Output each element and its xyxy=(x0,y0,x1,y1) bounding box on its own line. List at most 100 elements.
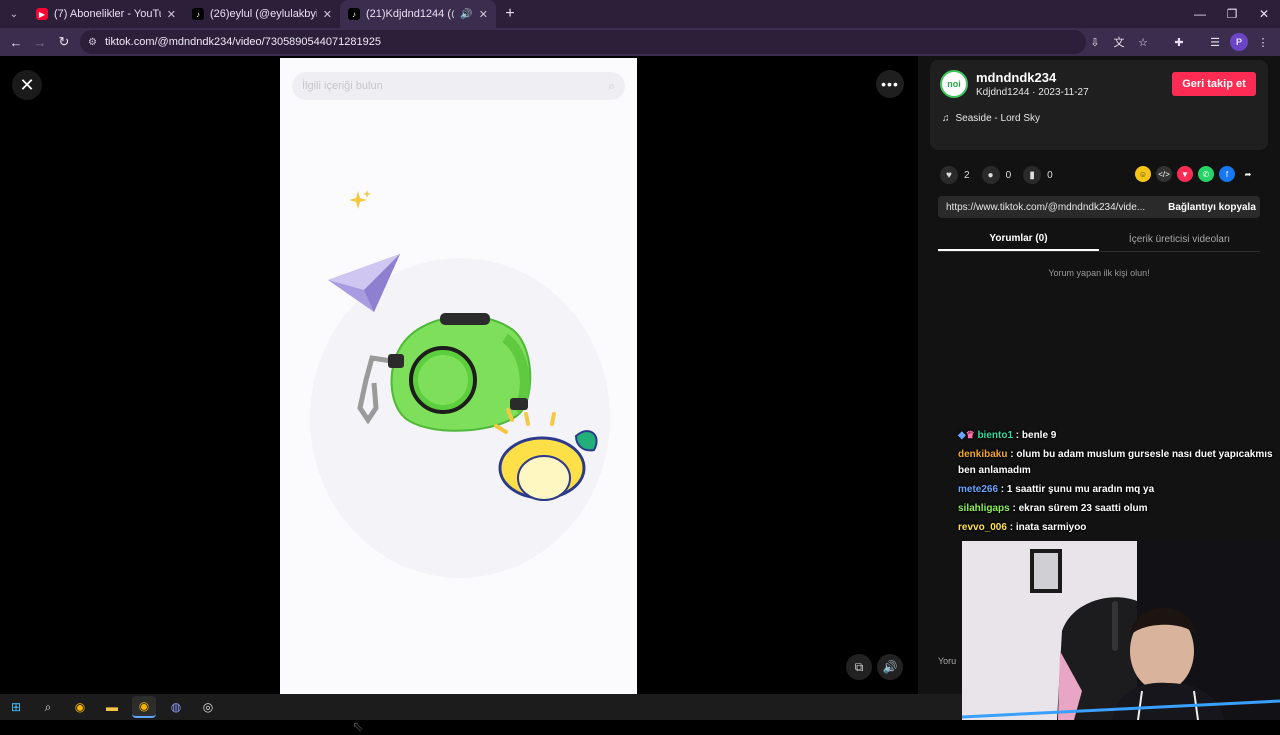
window-controls: — ❐ ✕ xyxy=(1184,0,1280,28)
whatsapp-icon[interactable]: ✆ xyxy=(1198,166,1214,182)
tab-close-icon[interactable]: ✕ xyxy=(167,8,176,21)
windows-start-icon[interactable]: ⊞ xyxy=(4,696,28,718)
chat-message: silahligaps : ekran sürem 23 saatti olum xyxy=(958,501,1278,517)
bookmark-star-icon[interactable]: ☆ xyxy=(1134,33,1152,51)
author-avatar[interactable]: noi xyxy=(940,70,968,98)
stream-chat-overlay: ◆♛ biento1 : benle 9 denkibaku : olum bu… xyxy=(958,428,1278,539)
chat-text: : benle 9 xyxy=(1013,430,1057,441)
music-title: Seaside - Lord Sky xyxy=(955,113,1041,124)
chrome-icon[interactable]: ◉ xyxy=(68,696,92,718)
minimize-icon[interactable]: — xyxy=(1184,0,1216,28)
music-info[interactable]: ♫ Seaside - Lord Sky xyxy=(942,113,1040,124)
browser-tab-active[interactable]: ♪ (21)Kdjdnd1244 (@mdndndk234) 🔊 ✕ xyxy=(340,0,496,28)
chrome-profile-icon[interactable]: ◉ xyxy=(132,696,156,718)
comment-stat[interactable]: ● 0 xyxy=(981,166,1012,184)
author-subline: Kdjdnd1244 · 2023-11-27 xyxy=(976,87,1089,98)
browser-tab[interactable]: ▶ (7) Abonelikler - YouTube ✕ xyxy=(28,0,184,28)
back-arrow-icon[interactable]: ← xyxy=(4,28,28,56)
facebook-icon[interactable]: f xyxy=(1219,166,1235,182)
tab-search-chevron-icon[interactable]: ⌄ xyxy=(0,0,28,28)
reading-list-icon[interactable]: ☰ xyxy=(1206,33,1224,51)
chat-message: denkibaku : olum bu adam muslum gursesle… xyxy=(958,447,1278,479)
more-options-button[interactable]: ••• xyxy=(876,70,904,98)
chat-badge-icon: ◆ xyxy=(958,430,966,441)
embed-code-icon[interactable]: </> xyxy=(1156,166,1172,182)
browser-toolbar: ← → ↻ ⚙ tiktok.com/@mdndndk234/video/730… xyxy=(0,28,1280,56)
tab-creator-videos[interactable]: İçerik üreticisi videoları xyxy=(1099,228,1260,251)
window-close-icon[interactable]: ✕ xyxy=(1248,0,1280,28)
site-info-icon[interactable]: ⚙ xyxy=(88,37,97,48)
menu-dots-icon[interactable]: ⋮ xyxy=(1254,33,1272,51)
tiktok-icon: ♪ xyxy=(348,8,360,20)
webcam-scene xyxy=(962,541,1280,720)
chat-message: mete266 : 1 saattir şunu mu aradın mq ya xyxy=(958,482,1278,498)
tab-title: (26)eylul (@eylulakbyik) | TikTok xyxy=(210,8,317,20)
chat-text: : 1 saattir şunu mu aradın mq ya xyxy=(998,484,1155,495)
chat-username: silahligaps xyxy=(958,503,1010,514)
tab-close-icon[interactable]: ✕ xyxy=(323,8,332,21)
panel-tabs: Yorumlar (0) İçerik üreticisi videoları xyxy=(938,228,1260,252)
sparkle-icon xyxy=(349,190,371,209)
streamer-webcam xyxy=(962,541,1280,720)
tab-close-icon[interactable]: ✕ xyxy=(479,8,488,21)
heart-icon[interactable]: ♥ xyxy=(940,166,958,184)
comment-input[interactable]: Yoru xyxy=(938,656,956,666)
empty-comments-message: Yorum yapan ilk kişi olun! xyxy=(1048,268,1150,278)
windows-taskbar: ⊞ ⌕ ◉ ▬ ◉ ◍ ◎ xyxy=(0,694,962,720)
chat-username: revvo_006 xyxy=(958,522,1007,533)
author-card: noi mdndndk234 Kdjdnd1244 · 2023-11-27 G… xyxy=(930,60,1268,150)
tab-title: (21)Kdjdnd1244 (@mdndndk234) xyxy=(366,8,454,20)
volume-icon[interactable]: 🔊 xyxy=(877,654,903,680)
comment-count: 0 xyxy=(1005,169,1012,181)
video-player[interactable]: İlgili içeriği bulun ⌕ xyxy=(280,58,637,694)
chat-text: : ekran sürem 23 saatti olum xyxy=(1009,503,1148,514)
copy-link-button[interactable]: Bağlantıyı kopyala xyxy=(1164,196,1260,218)
share-icons: ☺ </> ▼ ✆ f ➦ xyxy=(1135,166,1256,182)
chat-badge-icon: ♛ xyxy=(965,430,975,441)
bookmark-icon[interactable]: ▮ xyxy=(1023,166,1042,184)
coin-share-icon[interactable]: ☺ xyxy=(1135,166,1151,182)
forward-arrow-icon[interactable]: → xyxy=(28,28,52,56)
picture-in-picture-icon[interactable]: ⧉ xyxy=(846,654,872,680)
send-to-friends-icon[interactable]: ▼ xyxy=(1177,166,1193,182)
restore-icon[interactable]: ❐ xyxy=(1216,0,1248,28)
browser-tab-strip: ⌄ ▶ (7) Abonelikler - YouTube ✕ ♪ (26)ey… xyxy=(0,0,1280,28)
install-app-icon[interactable]: ⇩ xyxy=(1086,33,1104,51)
mouse-cursor-icon: ⇖ xyxy=(352,718,364,734)
address-bar[interactable]: ⚙ tiktok.com/@mdndndk234/video/730589054… xyxy=(80,30,1086,54)
discord-icon[interactable]: ◍ xyxy=(164,696,188,718)
save-count: 0 xyxy=(1047,169,1053,181)
follow-back-button[interactable]: Geri takip et xyxy=(1172,72,1256,96)
chat-text: : inata sarmiyoo xyxy=(1006,522,1087,533)
share-link-url[interactable]: https://www.tiktok.com/@mdndndk234/vide.… xyxy=(938,202,1164,213)
chat-username: biento1 xyxy=(977,430,1014,441)
close-video-button[interactable]: ✕ xyxy=(12,70,42,100)
video-viewer: ✕ İlgili içeriği bulun ⌕ ••• ⧉ 🔊 ⇖ xyxy=(0,56,918,734)
chat-message: revvo_006 : inata sarmiyoo xyxy=(958,520,1278,536)
translate-icon[interactable]: 文 xyxy=(1110,33,1128,51)
save-stat[interactable]: ▮ 0 xyxy=(1023,166,1053,184)
new-tab-button[interactable]: + xyxy=(496,5,524,23)
engagement-stats: ♥ 2 ● 0 ▮ 0 xyxy=(940,166,1053,184)
extensions-icon[interactable]: ✚ xyxy=(1170,33,1188,51)
search-icon[interactable]: ⌕ xyxy=(36,696,60,718)
speaker-icon[interactable]: 🔊 xyxy=(460,9,472,20)
tab-comments[interactable]: Yorumlar (0) xyxy=(938,228,1099,251)
file-explorer-icon[interactable]: ▬ xyxy=(100,696,124,718)
address-url: tiktok.com/@mdndndk234/video/73058905440… xyxy=(104,36,381,48)
browser-tab[interactable]: ♪ (26)eylul (@eylulakbyik) | TikTok ✕ xyxy=(184,0,340,28)
video-frame-illustration xyxy=(310,190,610,578)
like-stat[interactable]: ♥ 2 xyxy=(940,166,970,184)
music-note-icon: ♫ xyxy=(942,113,950,124)
reload-icon[interactable]: ↻ xyxy=(52,28,76,56)
comment-bubble-icon[interactable]: ● xyxy=(981,166,1000,184)
tab-title: (7) Abonelikler - YouTube xyxy=(54,8,161,20)
obs-icon[interactable]: ◎ xyxy=(196,696,220,718)
chat-username: mete266 xyxy=(958,484,999,495)
author-username[interactable]: mdndndk234 xyxy=(976,70,1056,85)
chat-message: ◆♛ biento1 : benle 9 xyxy=(958,428,1278,444)
share-arrow-icon[interactable]: ➦ xyxy=(1240,166,1256,182)
profile-avatar[interactable]: P xyxy=(1230,33,1248,51)
youtube-icon: ▶ xyxy=(36,8,48,20)
tiktok-icon: ♪ xyxy=(192,8,204,20)
